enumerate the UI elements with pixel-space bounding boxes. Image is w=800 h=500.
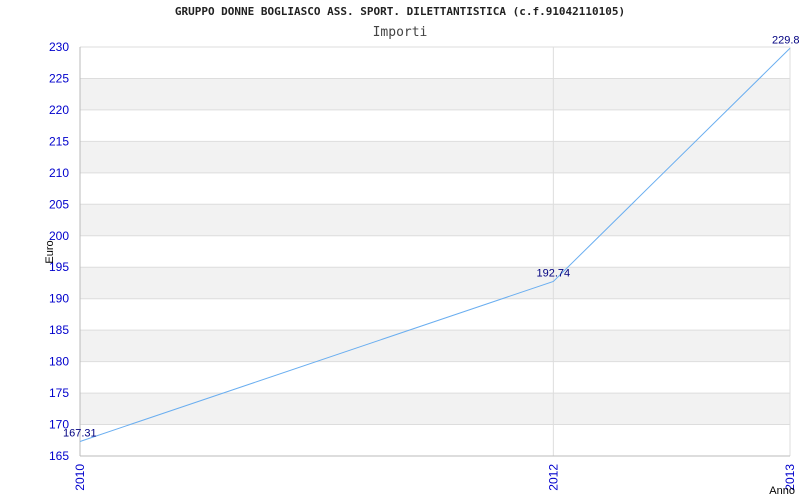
grid-band (80, 78, 790, 110)
y-tick-label: 215 (49, 134, 69, 148)
y-tick-label: 230 (49, 40, 69, 54)
y-tick-label: 180 (49, 355, 69, 369)
grid-band (80, 267, 790, 299)
grid-band (80, 204, 790, 236)
y-tick-label: 190 (49, 292, 69, 306)
x-axis-title: Anno (769, 485, 795, 497)
y-tick-label: 225 (49, 71, 69, 85)
plot-area: 1651701751801851901952002052102152202252… (44, 34, 800, 497)
x-tick-label: 2010 (73, 464, 87, 491)
grid-band (80, 141, 790, 173)
y-tick-label: 210 (49, 166, 69, 180)
grid-band (80, 330, 790, 362)
chart: GRUPPO DONNE BOGLIASCO ASS. SPORT. DILET… (0, 0, 800, 500)
data-label: 229.8 (772, 34, 800, 46)
y-tick-label: 205 (49, 197, 69, 211)
y-tick-label: 185 (49, 323, 69, 337)
grid-band (80, 393, 790, 425)
data-label: 192.74 (537, 267, 571, 279)
data-label: 167.31 (63, 427, 97, 439)
y-tick-label: 165 (49, 449, 69, 463)
y-axis-title: Euro (44, 240, 56, 263)
x-tick-label: 2012 (546, 464, 560, 491)
y-tick-label: 220 (49, 103, 69, 117)
y-tick-label: 175 (49, 386, 69, 400)
